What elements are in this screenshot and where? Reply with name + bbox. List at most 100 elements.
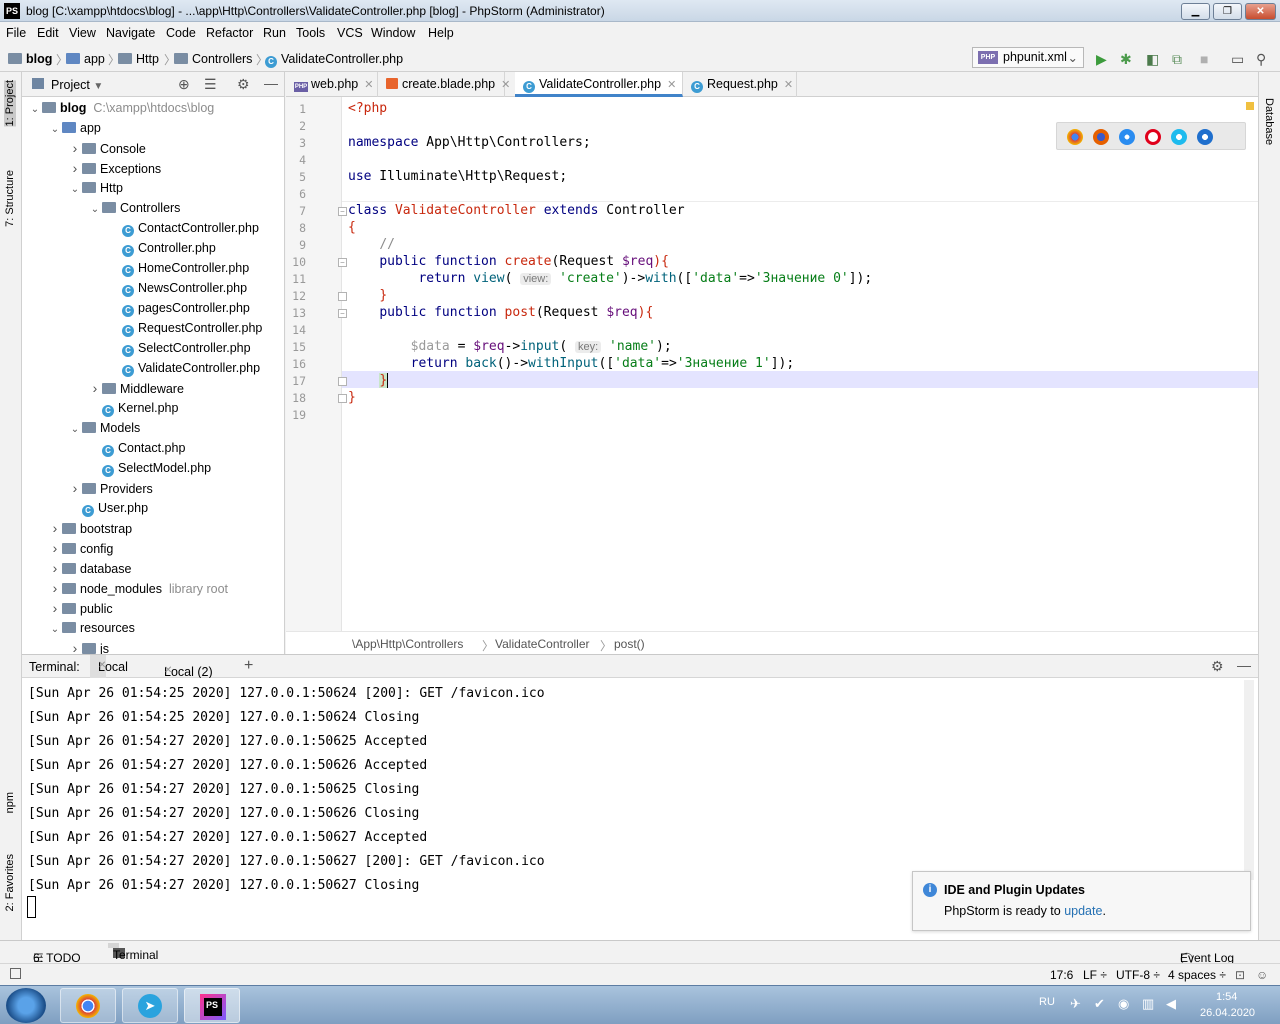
tray-volume-icon[interactable]: ◀ bbox=[1166, 996, 1176, 1012]
menu-edit[interactable]: Edit bbox=[37, 26, 59, 40]
chevron-down-icon[interactable]: ⌄ bbox=[68, 180, 82, 200]
close-icon[interactable]: ✕ bbox=[501, 79, 510, 91]
project-structure-icon[interactable]: ▭ bbox=[1231, 51, 1244, 68]
tree-item[interactable]: › Console bbox=[68, 138, 146, 158]
close-icon[interactable]: ✕ bbox=[164, 665, 172, 676]
terminal-scrollbar[interactable] bbox=[1244, 680, 1254, 880]
file-encoding[interactable]: UTF-8 ÷ bbox=[1116, 968, 1160, 982]
tree-item[interactable]: C ContactController.php bbox=[108, 218, 259, 238]
new-terminal-tab-icon[interactable]: + bbox=[244, 657, 253, 675]
locate-icon[interactable]: ⊕ bbox=[178, 76, 190, 93]
tree-item[interactable]: C SelectModel.php bbox=[88, 458, 211, 478]
menu-file[interactable]: File bbox=[6, 26, 26, 40]
chevron-right-icon[interactable]: › bbox=[48, 538, 62, 558]
lock-icon[interactable]: ⊡ bbox=[1235, 968, 1245, 982]
safari-icon[interactable] bbox=[1119, 129, 1135, 145]
crumb-namespace[interactable]: \App\Http\Controllers bbox=[352, 637, 463, 651]
tool-tab-database[interactable]: Database bbox=[1263, 98, 1275, 145]
stop-icon[interactable]: ■ bbox=[1200, 51, 1208, 67]
tree-item[interactable]: C SelectController.php bbox=[108, 338, 251, 358]
clock-time[interactable]: 1:54 bbox=[1216, 991, 1237, 1003]
tool-tab-project[interactable]: 1: Project bbox=[4, 80, 16, 127]
tree-item[interactable]: C RequestController.php bbox=[108, 318, 262, 338]
tool-tab-structure[interactable]: 7: Structure bbox=[4, 170, 16, 227]
menu-view[interactable]: View bbox=[69, 26, 96, 40]
chevron-down-icon[interactable]: ⌄ bbox=[68, 420, 82, 440]
crumb-file[interactable]: C ValidateController.php bbox=[265, 52, 403, 68]
crumb-controllers[interactable]: Controllers bbox=[174, 52, 252, 66]
chevron-right-icon[interactable]: › bbox=[88, 378, 102, 398]
maximize-button[interactable]: ❐ bbox=[1213, 3, 1242, 20]
tab-create-blade[interactable]: create.blade.php ✕ bbox=[378, 72, 510, 97]
chevron-right-icon[interactable]: › bbox=[48, 518, 62, 538]
fold-marker-icon[interactable]: – bbox=[338, 258, 347, 267]
inspector-icon[interactable]: ☺ bbox=[1256, 968, 1268, 982]
tree-item[interactable]: C ValidateController.php bbox=[108, 358, 260, 378]
chevron-right-icon[interactable]: › bbox=[48, 558, 62, 578]
tray-telegram-icon[interactable]: ✈ bbox=[1070, 996, 1081, 1012]
chevron-right-icon[interactable]: › bbox=[68, 638, 82, 654]
tree-item[interactable]: ⌄ Http bbox=[68, 178, 123, 198]
hide-panel-icon[interactable]: — bbox=[1237, 657, 1251, 673]
tree-item[interactable]: › public bbox=[48, 598, 113, 618]
tab-web-php[interactable]: PHP web.php ✕ bbox=[286, 72, 378, 97]
run-icon[interactable]: ▶ bbox=[1096, 51, 1107, 68]
close-icon[interactable]: ✕ bbox=[98, 660, 106, 671]
project-view-select[interactable]: Project ▼ bbox=[51, 78, 103, 92]
profile-icon[interactable]: ⧉ bbox=[1172, 51, 1182, 68]
menu-window[interactable]: Window bbox=[371, 26, 415, 40]
menu-code[interactable]: Code bbox=[166, 26, 196, 40]
crumb-method[interactable]: post() bbox=[614, 637, 645, 651]
tree-item[interactable]: C Kernel.php bbox=[88, 398, 178, 418]
tree-item[interactable]: ⌄ app bbox=[48, 118, 101, 138]
tree-item[interactable]: › js bbox=[68, 638, 109, 654]
close-icon[interactable]: ✕ bbox=[364, 79, 373, 91]
tree-item[interactable]: › config bbox=[48, 538, 114, 558]
indent-setting[interactable]: 4 spaces ÷ bbox=[1168, 968, 1226, 982]
gear-icon[interactable]: ⚙ bbox=[1211, 658, 1224, 675]
crumb-class[interactable]: ValidateController bbox=[495, 637, 590, 651]
close-icon[interactable]: ✕ bbox=[784, 79, 793, 91]
terminal-tab-local[interactable]: Local ✕ bbox=[90, 655, 128, 678]
chevron-right-icon[interactable]: › bbox=[68, 478, 82, 498]
coverage-icon[interactable]: ◧ bbox=[1146, 51, 1159, 68]
taskbar-telegram[interactable]: ➤ bbox=[122, 988, 178, 1023]
crumb-http[interactable]: Http bbox=[118, 52, 159, 66]
tree-item[interactable]: ⌄ Models bbox=[68, 418, 141, 440]
fold-marker-icon[interactable]: – bbox=[338, 207, 347, 216]
code-editor[interactable]: 1 2 3 4 5 6 7 8 9 10 11 12 13 14 15 16 17 18 19– – – <?php n… bbox=[286, 97, 1258, 631]
update-link[interactable]: update bbox=[1064, 904, 1102, 918]
fold-marker-icon[interactable]: – bbox=[338, 309, 347, 318]
tree-item[interactable]: C HomeController.php bbox=[108, 258, 249, 278]
firefox-icon[interactable] bbox=[1093, 129, 1109, 145]
close-button[interactable]: ✕ bbox=[1245, 3, 1276, 20]
tool-button-terminal[interactable]: Terminal bbox=[108, 943, 158, 962]
tree-item[interactable]: › Exceptions bbox=[68, 158, 162, 178]
tool-tab-npm[interactable]: npm bbox=[4, 792, 16, 813]
internet-explorer-icon[interactable] bbox=[1171, 129, 1187, 145]
inspection-status-icon[interactable] bbox=[1246, 102, 1254, 110]
menu-navigate[interactable]: Navigate bbox=[106, 26, 155, 40]
tree-item[interactable]: ⌄ Controllers bbox=[88, 198, 181, 218]
menu-vcs[interactable]: VCS bbox=[337, 26, 363, 40]
edge-icon[interactable] bbox=[1197, 129, 1213, 145]
tree-item[interactable]: CpagesController.php bbox=[108, 298, 250, 318]
tray-steam-icon[interactable]: ◉ bbox=[1118, 996, 1129, 1012]
chevron-down-icon[interactable]: ⌄ bbox=[48, 120, 62, 140]
language-indicator[interactable]: RU bbox=[1039, 996, 1055, 1008]
run-configuration-select[interactable]: PHP phpunit.xml ⌄ bbox=[972, 47, 1084, 68]
minimize-button[interactable]: ▁ bbox=[1181, 3, 1210, 20]
start-button[interactable] bbox=[6, 988, 46, 1023]
tab-request-php[interactable]: C Request.php ✕ bbox=[683, 72, 797, 97]
tree-item[interactable]: C NewsController.php bbox=[108, 278, 247, 298]
tree-item[interactable]: ⌄ resources bbox=[48, 618, 135, 638]
opera-icon[interactable] bbox=[1145, 129, 1161, 145]
taskbar-phpstorm[interactable]: PS bbox=[184, 988, 240, 1023]
toggle-tool-windows-icon[interactable] bbox=[10, 968, 21, 979]
tree-item[interactable]: C User.php bbox=[68, 498, 148, 518]
tray-antivirus-icon[interactable]: ✔ bbox=[1094, 996, 1105, 1012]
chrome-icon[interactable] bbox=[1067, 129, 1083, 145]
hide-panel-icon[interactable]: — bbox=[264, 75, 278, 91]
line-separator[interactable]: LF ÷ bbox=[1083, 968, 1107, 982]
tree-item[interactable]: › Providers bbox=[68, 478, 153, 498]
